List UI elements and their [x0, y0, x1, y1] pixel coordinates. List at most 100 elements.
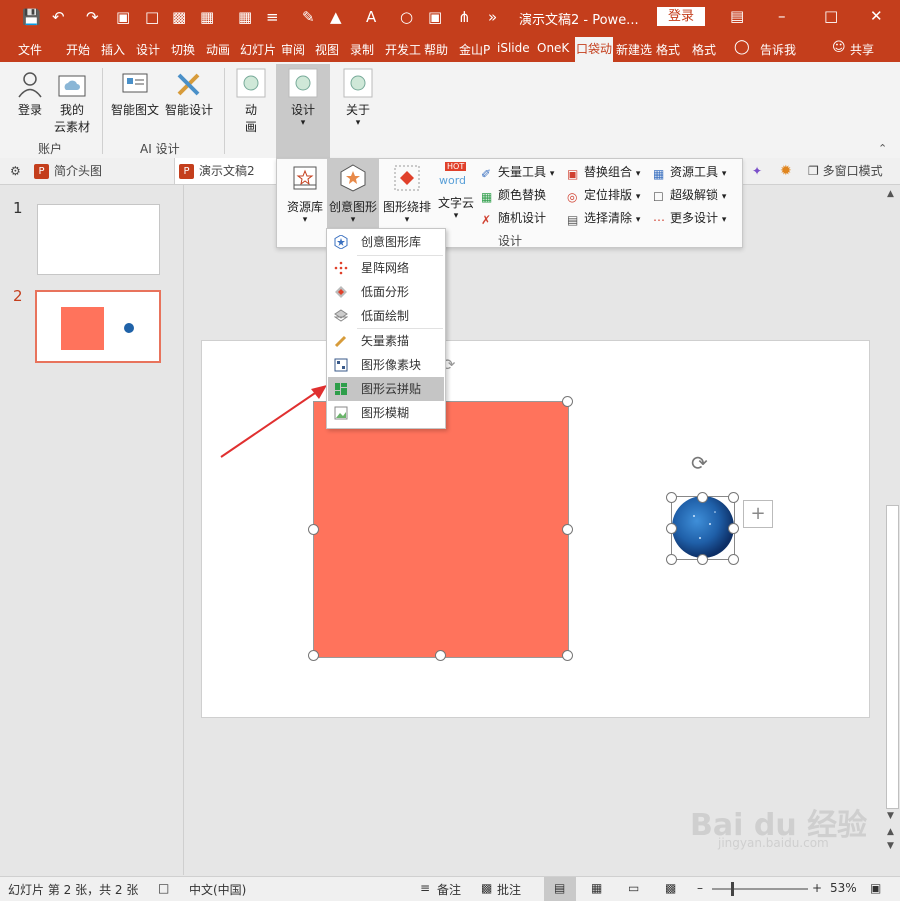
rotate-handle-icon[interactable]: ⟳ — [691, 451, 708, 475]
resource-library-button[interactable]: 资源库 ▾ — [283, 159, 327, 229]
animation-button[interactable]: 动 画 — [234, 68, 268, 135]
super-unlock-button[interactable]: ☐ 超级解锁 ▾ — [653, 186, 726, 204]
menu-item-cloud-collage[interactable]: 图形云拼贴 — [328, 377, 444, 401]
design-button-pressed[interactable]: 设计 ▾ — [276, 64, 330, 158]
close-icon[interactable]: ✕ — [870, 7, 883, 25]
tab-animations[interactable]: 动画 — [206, 41, 230, 58]
menu-item-low-poly-fractal[interactable]: 低面分形 — [328, 280, 444, 304]
resize-handle[interactable] — [562, 650, 573, 661]
notes-button[interactable]: 备注 — [437, 881, 461, 898]
resize-handle[interactable] — [728, 554, 739, 565]
scroll-up-icon[interactable]: ▲ — [887, 189, 894, 199]
undo-icon[interactable]: ↶ — [52, 8, 65, 26]
resize-handle[interactable] — [666, 492, 677, 503]
select-clear-button[interactable]: ▤ 选择清除 ▾ — [567, 209, 640, 227]
scroll-down-icon[interactable]: ▼ — [887, 811, 894, 821]
color-replace-button[interactable]: ▦ 颜色替换 — [481, 186, 546, 204]
more-icon[interactable]: » — [488, 8, 497, 26]
resize-handle[interactable] — [697, 554, 708, 565]
zoom-slider[interactable] — [712, 888, 808, 890]
presenter-icon[interactable]: ▣ — [116, 8, 130, 26]
collapse-ribbon-icon[interactable]: ⌃ — [878, 142, 887, 155]
ellipse-icon[interactable]: ○ — [400, 8, 413, 26]
minimize-icon[interactable]: – — [778, 7, 786, 25]
tab-onekey[interactable]: OneK — [537, 41, 569, 55]
resize-handle[interactable] — [728, 523, 739, 534]
settings-icon[interactable]: ⚙ — [10, 158, 21, 184]
design-button[interactable]: 设计 ▾ — [288, 68, 318, 128]
zoom-slider-thumb[interactable] — [731, 882, 734, 896]
menu-item-star-network[interactable]: 星阵网络 — [328, 256, 444, 280]
word-cloud-button[interactable]: HOT word 文字云 ▾ — [433, 159, 479, 229]
multi-window-button[interactable]: ❐ 多窗口模式 — [808, 158, 883, 184]
language-status[interactable]: 中文(中国) — [189, 881, 246, 898]
slide-thumbnail-1[interactable] — [37, 204, 160, 275]
tab-view[interactable]: 视图 — [315, 41, 339, 58]
tab-design[interactable]: 设计 — [136, 41, 160, 58]
vertical-scrollbar[interactable]: ▲ ▼ ▲ ▼ — [883, 185, 900, 875]
layout-options-button[interactable]: + — [743, 500, 773, 528]
reading-view-icon[interactable]: ▭ — [628, 881, 639, 895]
menu-item-shape-blur[interactable]: 图形模糊 — [328, 401, 444, 425]
menu-item-creative-library[interactable]: 创意图形库 — [328, 230, 444, 254]
accessibility-icon[interactable]: □ — [158, 881, 169, 895]
tab-format-1[interactable]: 格式 — [656, 41, 680, 58]
crop-icon[interactable]: ▣ — [428, 8, 442, 26]
redo-icon[interactable]: ↷ — [86, 8, 99, 26]
lightbulb-icon[interactable]: ◯ — [734, 39, 750, 55]
font-color-icon[interactable]: A — [366, 8, 376, 26]
eyedropper-icon[interactable]: ✎ — [302, 8, 315, 26]
tab-file[interactable]: 文件 — [18, 41, 42, 58]
tab-home[interactable]: 开始 — [66, 41, 90, 58]
slideshow-icon[interactable]: ▩ — [665, 881, 676, 895]
zoom-out-icon[interactable]: – — [697, 881, 703, 895]
about-button[interactable]: 关于 ▾ — [341, 68, 375, 128]
doc-tab-intro[interactable]: P 简介头图 — [34, 158, 174, 184]
merge-icon[interactable]: ⋔ — [458, 8, 471, 26]
tab-jinshan[interactable]: 金山P — [459, 41, 490, 58]
resize-handle[interactable] — [308, 650, 319, 661]
zoom-in-icon[interactable]: + — [812, 881, 822, 895]
resize-handle[interactable] — [562, 396, 573, 407]
smart-design-button[interactable]: 智能设计 — [163, 70, 215, 118]
zoom-level[interactable]: 53% — [830, 881, 857, 895]
tab-pocket-animation[interactable]: 口袋动 — [575, 37, 613, 62]
notes-icon[interactable]: ≡ — [420, 881, 430, 895]
save-icon[interactable]: 💾 — [22, 8, 41, 26]
tab-slideshow[interactable]: 幻灯片 — [240, 41, 276, 58]
login-ribbon-button[interactable]: 登录 — [10, 70, 50, 118]
tab-insert[interactable]: 插入 — [101, 41, 125, 58]
grid-icon[interactable]: ▦ — [238, 8, 252, 26]
normal-view-button[interactable]: ▤ — [544, 877, 576, 901]
share-user-icon[interactable]: ☺ — [832, 40, 846, 55]
menu-item-vector-sketch[interactable]: 矢量素描 — [328, 329, 444, 353]
gear-icon[interactable]: ✹ — [780, 158, 792, 184]
previous-slide-icon[interactable]: ▲ — [887, 827, 894, 837]
smart-graphic-button[interactable]: 智能图文 — [108, 70, 162, 118]
maximize-icon[interactable]: □ — [824, 7, 838, 25]
my-cloud-button[interactable]: 我的 云素材 — [50, 70, 94, 135]
slide-sorter-icon[interactable]: ▦ — [591, 881, 602, 895]
ribbon-display-icon[interactable]: ▤ — [730, 7, 744, 25]
resize-handle[interactable] — [697, 492, 708, 503]
slide-thumbnail-2[interactable] — [35, 290, 161, 363]
picture-icon[interactable]: ▦ — [200, 8, 214, 26]
menu-item-low-poly-draw[interactable]: 低面绘制 — [328, 304, 444, 328]
position-layout-button[interactable]: ◎ 定位排版 ▾ — [567, 186, 640, 204]
tab-new[interactable]: 新建选 — [616, 41, 652, 58]
tell-me-input[interactable]: 告诉我 — [760, 41, 796, 58]
shape-arrange-button[interactable]: 图形绕排 ▾ — [381, 159, 433, 229]
tab-review[interactable]: 审阅 — [281, 41, 305, 58]
tab-developer[interactable]: 开发工 — [385, 41, 421, 58]
print-preview-icon[interactable]: ▩ — [172, 8, 186, 26]
rectangle-shape[interactable] — [313, 401, 569, 658]
resize-handle[interactable] — [435, 650, 446, 661]
login-button[interactable]: 登录 — [657, 7, 705, 26]
fill-color-icon[interactable]: ▲ — [330, 8, 342, 26]
align-icon[interactable]: ≡ — [266, 8, 279, 26]
creative-shape-button[interactable]: 创意图形 ▾ — [327, 159, 379, 229]
random-design-button[interactable]: ✗ 随机设计 — [481, 209, 546, 227]
comments-icon[interactable]: ▩ — [481, 881, 492, 895]
vector-tools-button[interactable]: ✐ 矢量工具 ▾ — [481, 163, 554, 181]
resize-handle[interactable] — [562, 524, 573, 535]
